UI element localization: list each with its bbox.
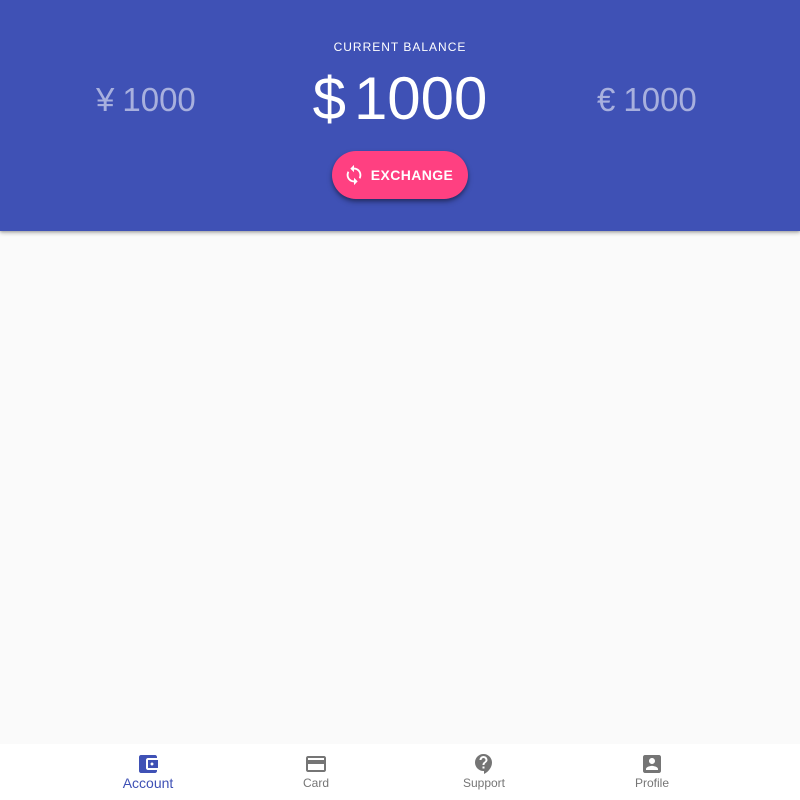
euro-amount: 1000	[623, 81, 697, 118]
nav-item-card[interactable]: Card	[232, 744, 400, 800]
exchange-button-label: EXCHANGE	[370, 167, 454, 183]
nav-item-account[interactable]: Account	[64, 744, 232, 800]
euro-balance: €1000	[597, 80, 717, 120]
yen-amount: 1000	[122, 81, 196, 118]
credit-card-icon	[304, 752, 328, 776]
account-box-icon	[640, 752, 664, 776]
balance-header: CURRENT BALANCE ¥1000 $1000 €1000 EXCHAN…	[0, 0, 800, 231]
bottom-navigation: Account Card Support Profile	[0, 744, 800, 800]
help-icon	[472, 752, 496, 776]
nav-label-account: Account	[122, 775, 174, 791]
sync-icon	[343, 164, 365, 186]
main-content	[0, 231, 800, 744]
dollar-amount: 1000	[353, 65, 488, 132]
euro-symbol: €	[597, 81, 616, 118]
app-root: CURRENT BALANCE ¥1000 $1000 €1000 EXCHAN…	[0, 0, 800, 800]
nav-label-support: Support	[462, 776, 506, 790]
yen-balance: ¥1000	[96, 80, 216, 120]
dollar-symbol: $	[312, 65, 346, 132]
exchange-button[interactable]: EXCHANGE	[332, 151, 468, 199]
nav-label-profile: Profile	[634, 776, 669, 790]
yen-symbol: ¥	[96, 81, 115, 118]
balance-label: CURRENT BALANCE	[333, 40, 467, 54]
dollar-balance: $1000	[300, 64, 500, 134]
nav-item-profile[interactable]: Profile	[568, 744, 736, 800]
nav-item-support[interactable]: Support	[400, 744, 568, 800]
nav-label-card: Card	[302, 776, 329, 790]
wallet-icon	[136, 752, 160, 776]
